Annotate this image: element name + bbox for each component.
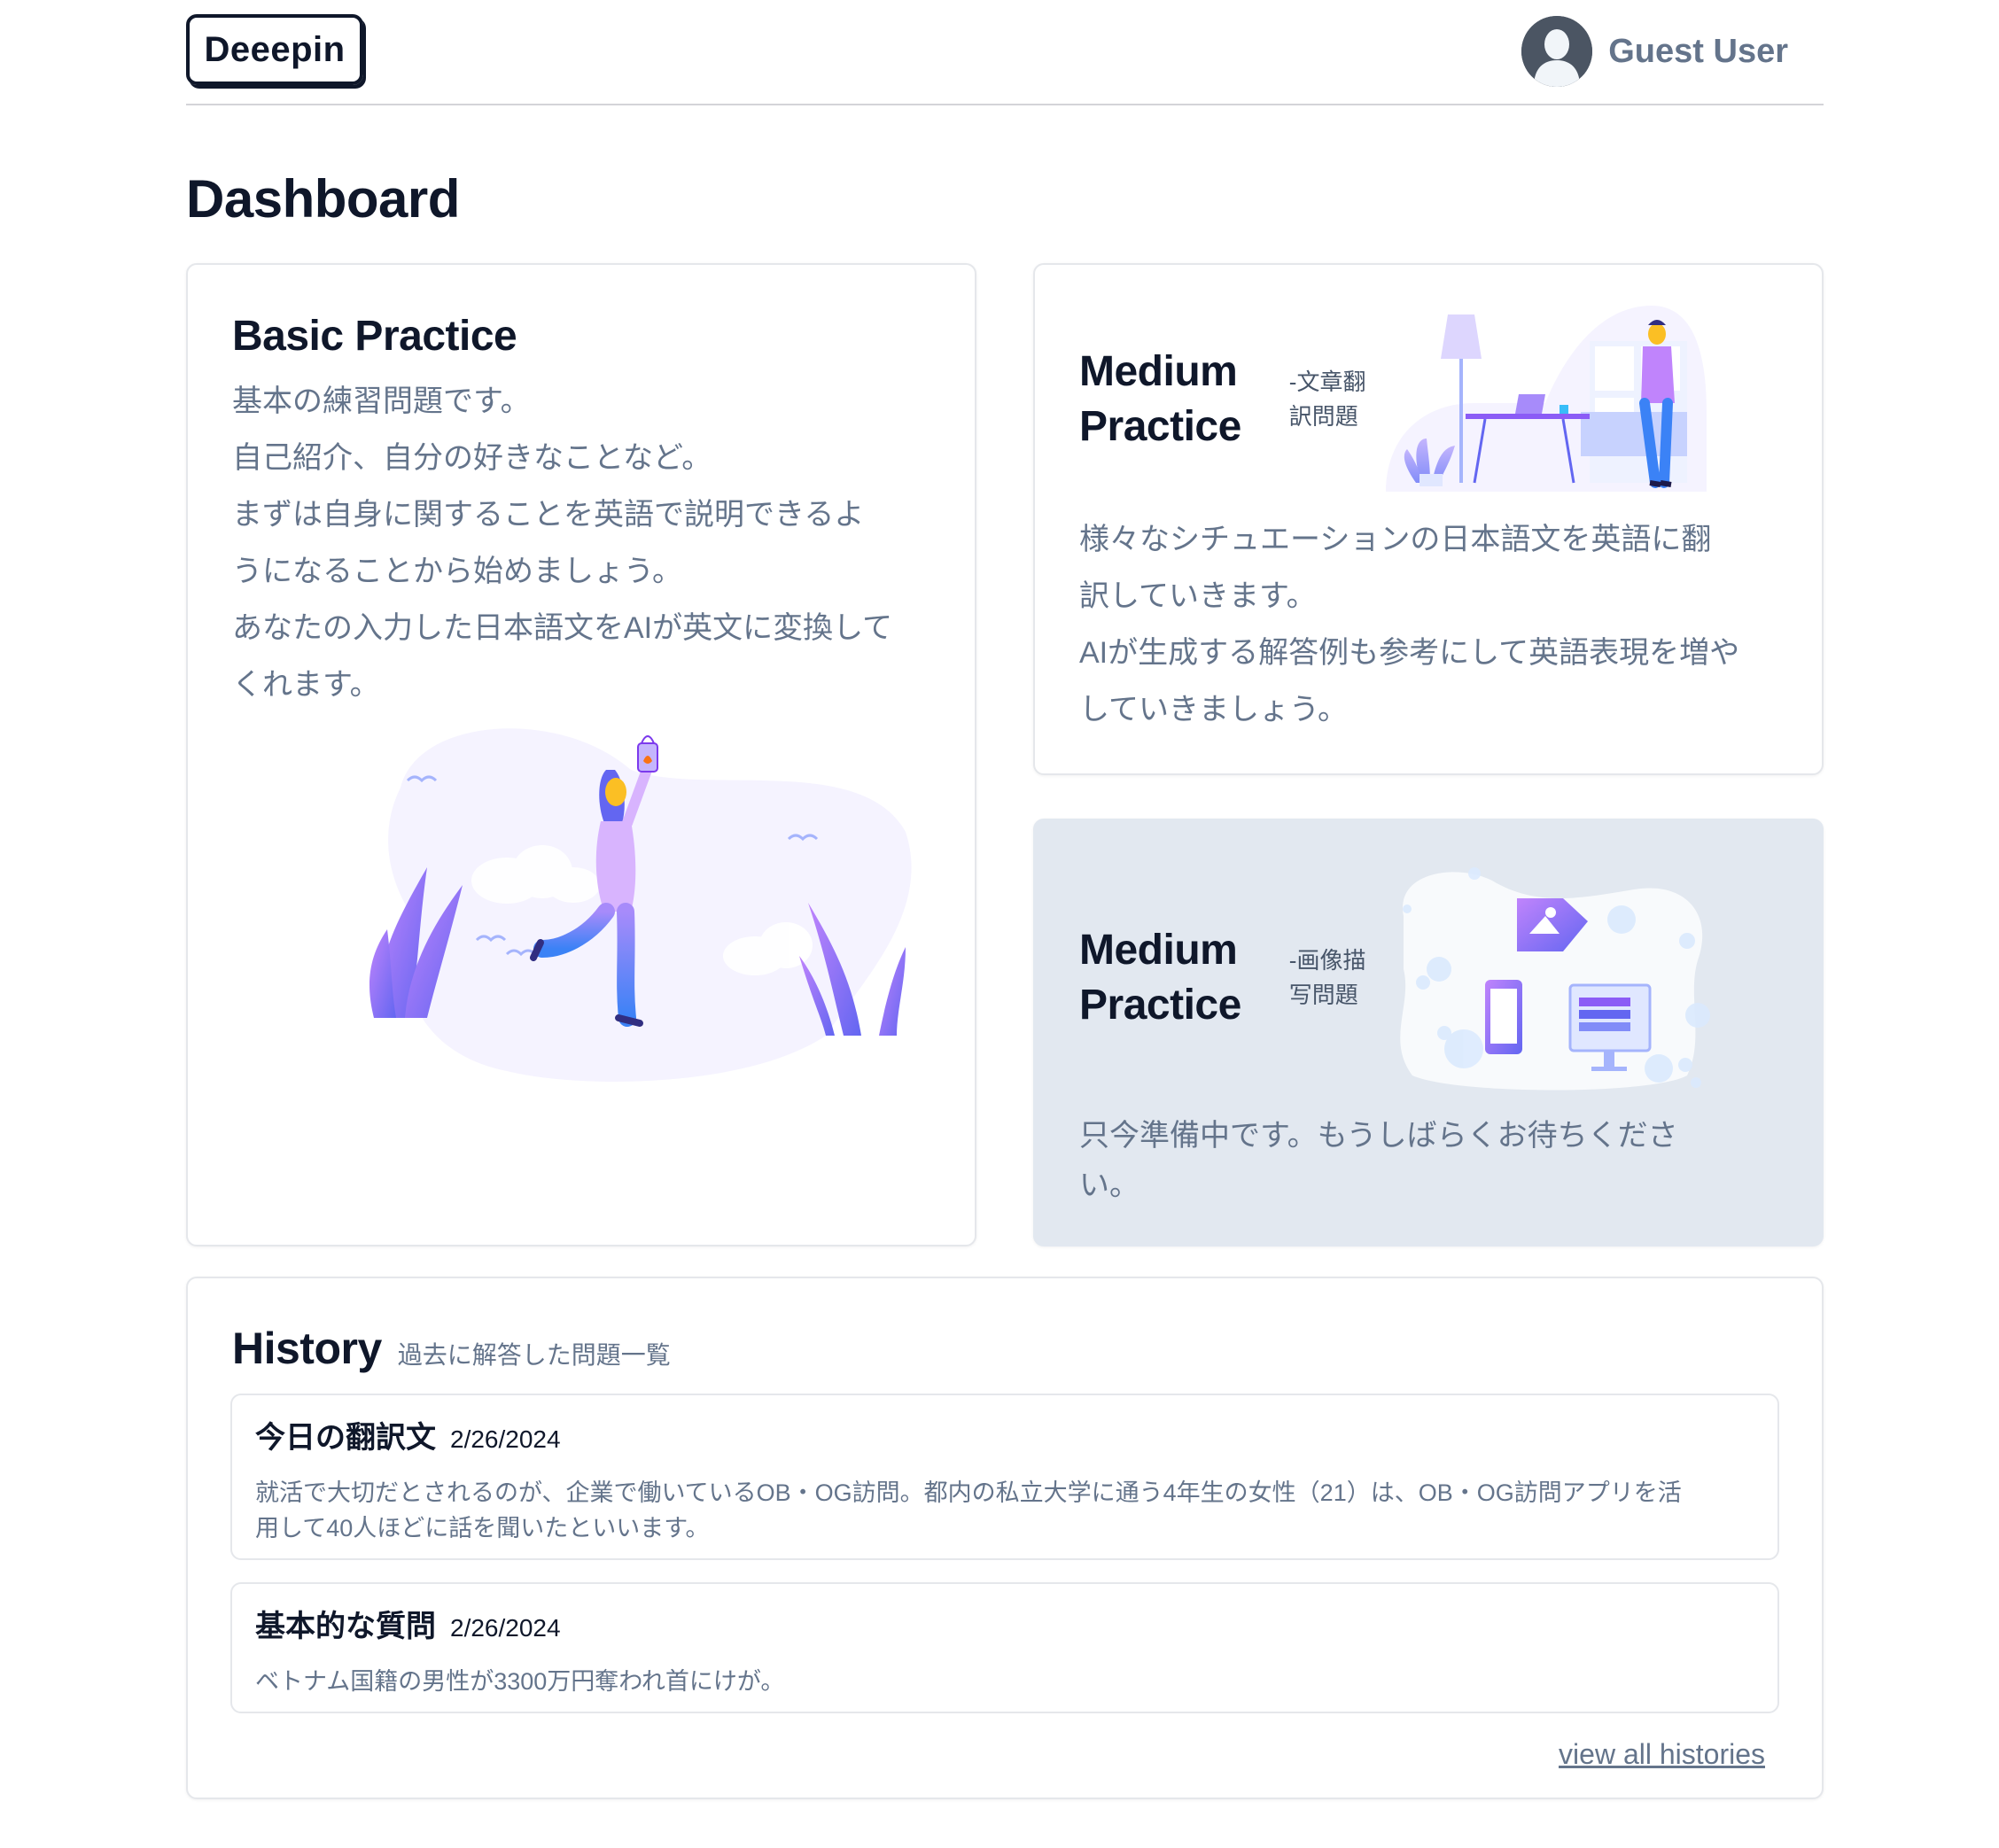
history-item[interactable]: 今日の翻訳文 2/26/2024 就活で大切だとされるのが、企業で働いているOB… xyxy=(230,1394,1779,1560)
description-line: 訳していきます。 xyxy=(1079,579,1317,613)
history-title: History xyxy=(232,1324,382,1373)
user-name[interactable]: Guest User xyxy=(1608,33,1788,71)
history-item-title: 基本的な質問 xyxy=(255,1610,436,1643)
description-line: うになることから始めましょう。 xyxy=(232,555,682,589)
description-line: 只今準備中です。もうしばらくお待ちくださ xyxy=(1079,1119,1678,1153)
user-menu[interactable]: Guest User xyxy=(1521,16,1788,87)
view-all-histories-link[interactable]: view all histories xyxy=(1559,1738,1765,1771)
card-title-line: Medium xyxy=(1079,348,1238,395)
history-subtitle: 過去に解答した問題一覧 xyxy=(397,1341,671,1369)
description-line: あなたの入力した日本語文をAIが英文に変換して xyxy=(232,611,893,646)
medium-practice-translation-card[interactable]: Medium Practice -文章翻 訳問題 様々なシチュエーションの日本語… xyxy=(1033,263,1824,775)
history-item-date: 2/26/2024 xyxy=(450,1425,561,1453)
card-title-line: Medium xyxy=(1079,927,1238,974)
description-line: い。 xyxy=(1079,1169,1140,1202)
history-item-body-line: 用して40人ほどに話を聞いたといいます。 xyxy=(255,1515,710,1541)
description-line: していきましょう。 xyxy=(1079,693,1348,726)
avatar[interactable] xyxy=(1521,16,1593,87)
page: Deeepin Guest User Dashboard Basic Pract… xyxy=(186,0,1824,1799)
card-subtitle-line: -画像描 xyxy=(1288,947,1366,974)
card-title: Medium Practice xyxy=(1079,345,1241,455)
history-card: History 過去に解答した問題一覧 今日の翻訳文 2/26/2024 就活で… xyxy=(186,1277,1824,1799)
card-title-line: Practice xyxy=(1079,982,1241,1029)
description-line: 様々なシチュエーションの日本語文を英語に翻 xyxy=(1079,523,1712,556)
card-subtitle-line: 写問題 xyxy=(1288,982,1358,1009)
history-item-body-line: 就活で大切だとされるのが、企業で働いているOB・OG訪問。都内の私立大学に通う4… xyxy=(255,1479,1682,1506)
description-line: 自己紹介、自分の好きなことなど。 xyxy=(232,441,712,476)
history-item-body: ベトナム国籍の男性が3300万円奪われ首にけが。 xyxy=(255,1664,1754,1699)
history-item-title: 今日の翻訳文 xyxy=(255,1421,436,1455)
devices-illustration xyxy=(1400,867,1710,1091)
user-silhouette-icon xyxy=(1521,16,1593,87)
card-description: 様々なシチュエーションの日本語文を英語に翻 訳していきます。 AIが生成する解答… xyxy=(1079,511,1739,738)
description-line: 基本の練習問題です。 xyxy=(232,384,531,419)
card-subtitle: -画像描 写問題 xyxy=(1289,943,1366,1013)
card-description: 只今準備中です。もうしばらくお待ちくださ い。 xyxy=(1079,1111,1678,1210)
history-item[interactable]: 基本的な質問 2/26/2024 ベトナム国籍の男性が3300万円奪われ首にけが… xyxy=(230,1582,1779,1713)
office-desk-illustration xyxy=(1386,306,1707,492)
card-title-line: Practice xyxy=(1079,403,1241,451)
lantern-girl-illustration xyxy=(369,728,912,1082)
history-item-body: 就活で大切だとされるのが、企業で働いているOB・OG訪問。都内の私立大学に通う4… xyxy=(255,1475,1754,1546)
logo[interactable]: Deeepin xyxy=(186,14,363,85)
description-line: まずは自身に関することを英語で説明できるよ xyxy=(232,498,865,532)
card-subtitle-line: 訳問題 xyxy=(1288,403,1358,431)
card-title: Basic Practice xyxy=(232,313,517,360)
description-line: AIが生成する解答例も参考にして英語表現を増や xyxy=(1079,636,1740,670)
page-title: Dashboard xyxy=(186,169,460,229)
basic-practice-card[interactable]: Basic Practice 基本の練習問題です。 自己紹介、自分の好きなことな… xyxy=(186,263,976,1246)
description-line: くれます。 xyxy=(232,668,380,703)
card-description: 基本の練習問題です。 自己紹介、自分の好きなことなど。 まずは自身に関することを… xyxy=(232,373,892,713)
card-subtitle: -文章翻 訳問題 xyxy=(1289,365,1366,434)
card-title: Medium Practice xyxy=(1079,923,1241,1034)
card-subtitle-line: -文章翻 xyxy=(1288,369,1366,396)
history-item-body-line: ベトナム国籍の男性が3300万円奪われ首にけが。 xyxy=(255,1668,785,1695)
history-item-date: 2/26/2024 xyxy=(450,1614,561,1642)
medium-practice-image-card: Medium Practice -画像描 写問題 只今準備中です。もうしばらくお… xyxy=(1033,819,1824,1246)
top-header: Deeepin Guest User xyxy=(186,0,1824,105)
